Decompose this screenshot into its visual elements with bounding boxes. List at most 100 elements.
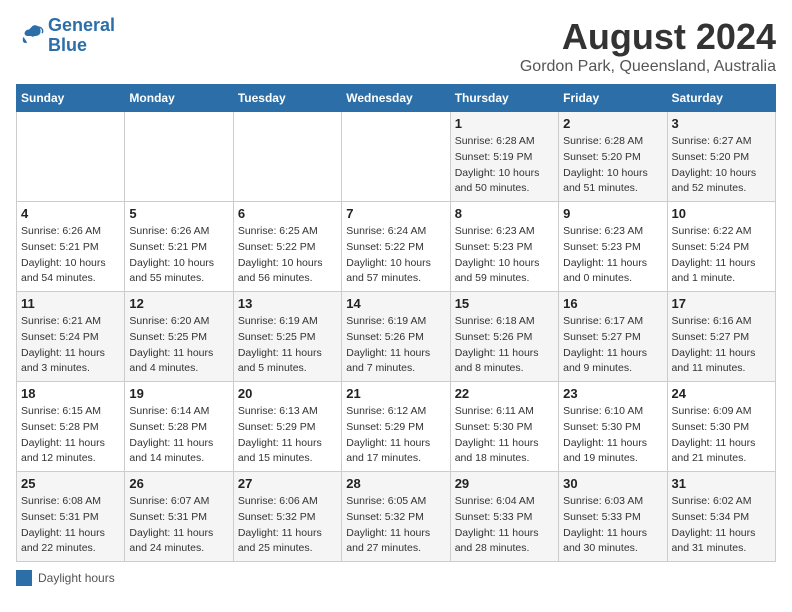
day-number: 8 bbox=[455, 206, 554, 221]
calendar-cell: 22 Sunrise: 6:11 AM Sunset: 5:30 PM Dayli… bbox=[450, 382, 558, 472]
day-info: Sunrise: 6:02 AM Sunset: 5:34 PM Dayligh… bbox=[672, 494, 771, 557]
calendar-cell: 11Sunrise: 6:21 AM Sunset: 5:24 PM Dayli… bbox=[17, 292, 125, 382]
calendar-cell: 21 Sunrise: 6:12 AM Sunset: 5:29 PM Dayli… bbox=[342, 382, 450, 472]
day-number: 28 bbox=[346, 476, 445, 491]
calendar-cell: 4 Sunrise: 6:26 AM Sunset: 5:21 PM Daylig… bbox=[17, 202, 125, 292]
calendar-cell: 18Sunrise: 6:15 AM Sunset: 5:28 PM Dayli… bbox=[17, 382, 125, 472]
day-info: Sunrise: 6:13 AM Sunset: 5:29 PM Dayligh… bbox=[238, 404, 337, 467]
sub-title: Gordon Park, Queensland, Australia bbox=[520, 58, 776, 76]
calendar-cell: 10 Sunrise: 6:22 AM Sunset: 5:24 PM Dayli… bbox=[667, 202, 775, 292]
calendar-cell: 9 Sunrise: 6:23 AM Sunset: 5:23 PM Daylig… bbox=[559, 202, 667, 292]
day-info: Sunrise: 6:21 AM Sunset: 5:24 PM Dayligh… bbox=[21, 314, 120, 377]
col-header-wednesday: Wednesday bbox=[342, 85, 450, 112]
day-info: Sunrise: 6:28 AM Sunset: 5:20 PM Dayligh… bbox=[563, 134, 662, 197]
calendar-cell: 26 Sunrise: 6:07 AM Sunset: 5:31 PM Dayli… bbox=[125, 472, 233, 562]
day-info: Sunrise: 6:17 AM Sunset: 5:27 PM Dayligh… bbox=[563, 314, 662, 377]
day-info: Sunrise: 6:28 AM Sunset: 5:19 PM Dayligh… bbox=[455, 134, 554, 197]
day-number: 6 bbox=[238, 206, 337, 221]
title-block: August 2024 Gordon Park, Queensland, Aus… bbox=[520, 16, 776, 76]
day-number: 23 bbox=[563, 386, 662, 401]
day-info: Sunrise: 6:12 AM Sunset: 5:29 PM Dayligh… bbox=[346, 404, 445, 467]
calendar-cell: 15 Sunrise: 6:18 AM Sunset: 5:26 PM Dayli… bbox=[450, 292, 558, 382]
day-number: 31 bbox=[672, 476, 771, 491]
col-header-thursday: Thursday bbox=[450, 85, 558, 112]
day-number: 27 bbox=[238, 476, 337, 491]
logo-text: General Blue bbox=[48, 16, 115, 56]
logo: General Blue bbox=[16, 16, 115, 56]
calendar-table: SundayMondayTuesdayWednesdayThursdayFrid… bbox=[16, 84, 776, 562]
day-number: 14 bbox=[346, 296, 445, 311]
calendar-cell bbox=[233, 112, 341, 202]
day-number: 2 bbox=[563, 116, 662, 131]
calendar-cell: 31 Sunrise: 6:02 AM Sunset: 5:34 PM Dayli… bbox=[667, 472, 775, 562]
day-info: Sunrise: 6:19 AM Sunset: 5:25 PM Dayligh… bbox=[238, 314, 337, 377]
day-number: 3 bbox=[672, 116, 771, 131]
calendar-cell: 23 Sunrise: 6:10 AM Sunset: 5:30 PM Dayli… bbox=[559, 382, 667, 472]
calendar-cell: 5Sunrise: 6:26 AM Sunset: 5:21 PM Daylig… bbox=[125, 202, 233, 292]
day-info: Sunrise: 6:25 AM Sunset: 5:22 PM Dayligh… bbox=[238, 224, 337, 287]
day-info: Sunrise: 6:11 AM Sunset: 5:30 PM Dayligh… bbox=[455, 404, 554, 467]
day-number: 1 bbox=[455, 116, 554, 131]
calendar-cell: 27 Sunrise: 6:06 AM Sunset: 5:32 PM Dayli… bbox=[233, 472, 341, 562]
calendar-cell: 12Sunrise: 6:20 AM Sunset: 5:25 PM Dayli… bbox=[125, 292, 233, 382]
day-info: Sunrise: 6:22 AM Sunset: 5:24 PM Dayligh… bbox=[672, 224, 771, 287]
day-info: Sunrise: 6:27 AM Sunset: 5:20 PM Dayligh… bbox=[672, 134, 771, 197]
day-info: Sunrise: 6:24 AM Sunset: 5:22 PM Dayligh… bbox=[346, 224, 445, 287]
day-number: 24 bbox=[672, 386, 771, 401]
day-number: 21 bbox=[346, 386, 445, 401]
main-title: August 2024 bbox=[520, 16, 776, 58]
col-header-saturday: Saturday bbox=[667, 85, 775, 112]
day-info: Sunrise: 6:18 AM Sunset: 5:26 PM Dayligh… bbox=[455, 314, 554, 377]
day-number: 20 bbox=[238, 386, 337, 401]
page-header: General Blue August 2024 Gordon Park, Qu… bbox=[16, 16, 776, 76]
calendar-cell: 14Sunrise: 6:19 AM Sunset: 5:26 PM Dayli… bbox=[342, 292, 450, 382]
day-number: 22 bbox=[455, 386, 554, 401]
day-number: 4 bbox=[21, 206, 120, 221]
day-info: Sunrise: 6:23 AM Sunset: 5:23 PM Dayligh… bbox=[455, 224, 554, 287]
calendar-cell: 2 Sunrise: 6:28 AM Sunset: 5:20 PM Daylig… bbox=[559, 112, 667, 202]
col-header-tuesday: Tuesday bbox=[233, 85, 341, 112]
logo-icon bbox=[16, 22, 44, 50]
day-number: 30 bbox=[563, 476, 662, 491]
day-info: Sunrise: 6:07 AM Sunset: 5:31 PM Dayligh… bbox=[129, 494, 228, 557]
calendar-cell: 7 Sunrise: 6:24 AM Sunset: 5:22 PM Daylig… bbox=[342, 202, 450, 292]
day-number: 26 bbox=[129, 476, 228, 491]
day-number: 10 bbox=[672, 206, 771, 221]
day-number: 15 bbox=[455, 296, 554, 311]
calendar-cell: 19Sunrise: 6:14 AM Sunset: 5:28 PM Dayli… bbox=[125, 382, 233, 472]
col-header-monday: Monday bbox=[125, 85, 233, 112]
day-info: Sunrise: 6:03 AM Sunset: 5:33 PM Dayligh… bbox=[563, 494, 662, 557]
calendar-cell: 17Sunrise: 6:16 AM Sunset: 5:27 PM Dayli… bbox=[667, 292, 775, 382]
day-info: Sunrise: 6:04 AM Sunset: 5:33 PM Dayligh… bbox=[455, 494, 554, 557]
day-number: 29 bbox=[455, 476, 554, 491]
col-header-sunday: Sunday bbox=[17, 85, 125, 112]
day-info: Sunrise: 6:20 AM Sunset: 5:25 PM Dayligh… bbox=[129, 314, 228, 377]
day-info: Sunrise: 6:06 AM Sunset: 5:32 PM Dayligh… bbox=[238, 494, 337, 557]
day-number: 7 bbox=[346, 206, 445, 221]
calendar-cell: 13 Sunrise: 6:19 AM Sunset: 5:25 PM Dayli… bbox=[233, 292, 341, 382]
calendar-cell: 8 Sunrise: 6:23 AM Sunset: 5:23 PM Daylig… bbox=[450, 202, 558, 292]
day-info: Sunrise: 6:08 AM Sunset: 5:31 PM Dayligh… bbox=[21, 494, 120, 557]
day-number: 9 bbox=[563, 206, 662, 221]
day-info: Sunrise: 6:26 AM Sunset: 5:21 PM Dayligh… bbox=[21, 224, 120, 287]
calendar-cell: 30 Sunrise: 6:03 AM Sunset: 5:33 PM Dayli… bbox=[559, 472, 667, 562]
day-number: 13 bbox=[238, 296, 337, 311]
legend-label: Daylight hours bbox=[38, 571, 115, 585]
day-info: Sunrise: 6:23 AM Sunset: 5:23 PM Dayligh… bbox=[563, 224, 662, 287]
day-info: Sunrise: 6:05 AM Sunset: 5:32 PM Dayligh… bbox=[346, 494, 445, 557]
calendar-cell bbox=[125, 112, 233, 202]
calendar-cell: 1 Sunrise: 6:28 AM Sunset: 5:19 PM Daylig… bbox=[450, 112, 558, 202]
day-number: 17 bbox=[672, 296, 771, 311]
day-number: 25 bbox=[21, 476, 120, 491]
calendar-cell: 25 Sunrise: 6:08 AM Sunset: 5:31 PM Dayli… bbox=[17, 472, 125, 562]
legend: Daylight hours bbox=[16, 570, 776, 586]
legend-color-box bbox=[16, 570, 32, 586]
calendar-cell: 29 Sunrise: 6:04 AM Sunset: 5:33 PM Dayli… bbox=[450, 472, 558, 562]
calendar-cell: 24Sunrise: 6:09 AM Sunset: 5:30 PM Dayli… bbox=[667, 382, 775, 472]
day-info: Sunrise: 6:10 AM Sunset: 5:30 PM Dayligh… bbox=[563, 404, 662, 467]
calendar-cell bbox=[17, 112, 125, 202]
day-number: 19 bbox=[129, 386, 228, 401]
calendar-cell: 20 Sunrise: 6:13 AM Sunset: 5:29 PM Dayli… bbox=[233, 382, 341, 472]
day-number: 18 bbox=[21, 386, 120, 401]
day-number: 16 bbox=[563, 296, 662, 311]
